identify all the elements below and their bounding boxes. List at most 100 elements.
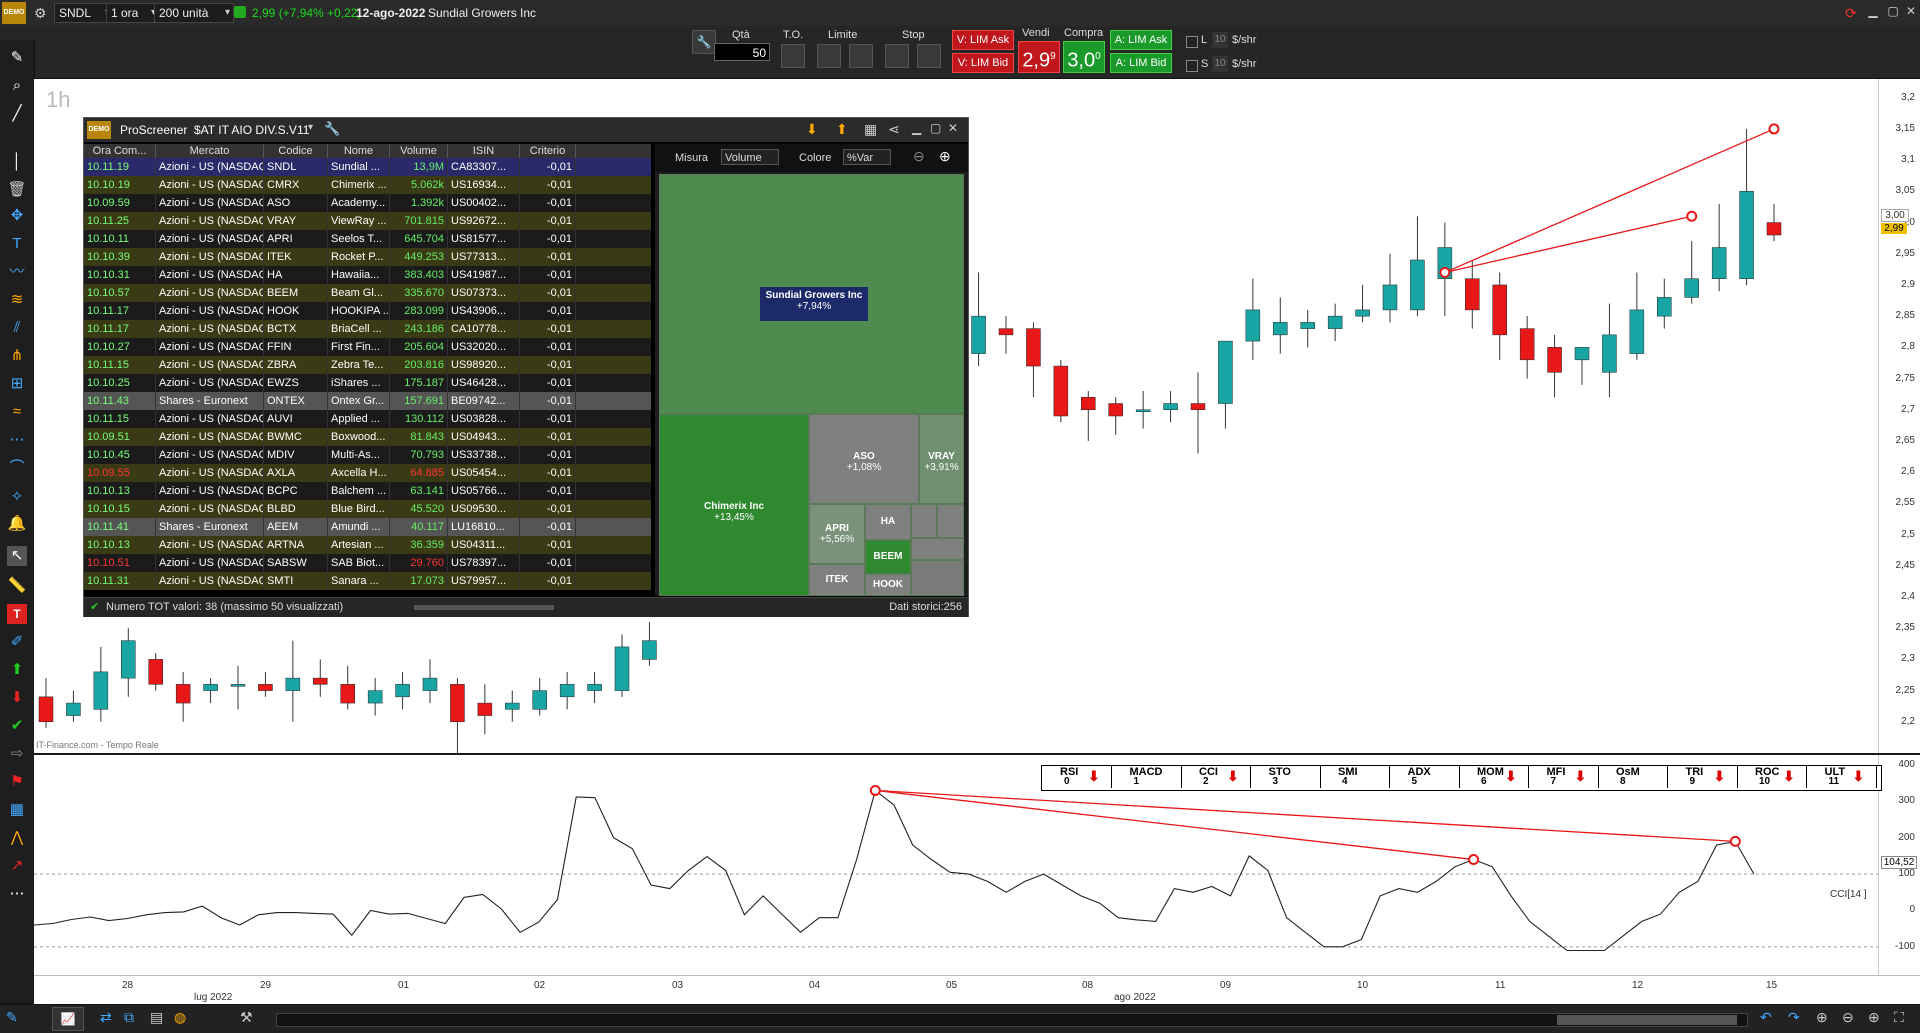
settings-icon[interactable]: ⚙ (34, 5, 50, 21)
tools-icon[interactable]: ⚒ (240, 1009, 253, 1026)
table-row[interactable]: 10.11.15 Azioni - US (NASDAQ AUVI Applied .… (84, 410, 651, 428)
undo-icon[interactable]: ↶ (1760, 1009, 1772, 1026)
horizontal-scrollbar[interactable] (276, 1013, 1748, 1027)
table-row[interactable]: 10.10.11 Azioni - US (NASDAQ APRI Seelos T.… (84, 230, 651, 248)
treemap-tile-aso[interactable]: ASO +1,08% (809, 414, 919, 504)
zoom-fit-icon[interactable]: ⊕ (1816, 1009, 1828, 1026)
check-icon[interactable]: ✔ (7, 716, 27, 736)
share-screener-icon[interactable]: ⋖ (888, 121, 900, 138)
treemap-tile-hook[interactable]: HOOK (865, 574, 911, 596)
table-row[interactable]: 10.11.15 Azioni - US (NASDAQ ZBRA Zebra Te.… (84, 356, 651, 374)
treemap-tile-small-4[interactable] (911, 560, 964, 596)
cursor-icon[interactable]: ↖ (7, 546, 27, 566)
ruler-icon[interactable]: 📏 (7, 576, 27, 596)
limite-buy-button[interactable] (817, 44, 841, 68)
indicator-tab-smi[interactable]: SMI 4 (1320, 766, 1390, 788)
treemap-zoom-out-icon[interactable]: ⊖ (913, 148, 925, 165)
text-icon[interactable]: T (7, 234, 27, 254)
l-checkbox[interactable] (1186, 36, 1198, 48)
indicator-tab-tri[interactable]: TRI 9 ⬇ (1668, 766, 1738, 788)
screener-settings-icon[interactable]: 🔧 (324, 121, 340, 137)
indicator-tab-rsi[interactable]: RSI 0 ⬇ (1042, 766, 1112, 788)
table-row[interactable]: 10.11.43 Shares - Euronext ONTEX Ontex Gr..… (84, 392, 651, 410)
treemap-tile-small-1[interactable] (911, 504, 937, 538)
column-header[interactable]: Criterio (520, 144, 576, 158)
line-icon[interactable]: ╱ (7, 104, 27, 124)
cycle-icon[interactable]: ⋯ (7, 430, 27, 450)
maximize-icon[interactable]: ▢ (1886, 4, 1900, 22)
table-row[interactable]: 10.10.25 Azioni - US (NASDAQ EWZS iShares .… (84, 374, 651, 392)
table-row[interactable]: 10.09.55 Azioni - US (NASDAQ AXLA Axcella H… (84, 464, 651, 482)
table-row[interactable]: 10.11.31 Azioni - US (NASDAQ SMTI Sanara ..… (84, 572, 651, 590)
more-icon[interactable]: ⋯ (7, 884, 27, 904)
table-row[interactable]: 10.10.19 Azioni - US (NASDAQ CMRX Chimerix … (84, 176, 651, 194)
treemap-tile-apri[interactable]: APRI +5,56% (809, 504, 865, 564)
fullscreen-icon[interactable]: ⛶ (1894, 1009, 1904, 1026)
column-header[interactable]: Volume (390, 144, 448, 158)
treemap-zoom-in-icon[interactable]: ⊕ (939, 148, 951, 165)
buy-price-button[interactable]: 3,00 (1063, 41, 1105, 73)
pattern-icon[interactable]: ⟡ (7, 486, 27, 506)
l-input[interactable]: 10 (1212, 32, 1228, 48)
arrow-right-icon[interactable]: ⇨ (7, 744, 27, 764)
treemap-tile-cmrx[interactable]: Chimerix Inc +13,45% (659, 414, 809, 596)
treemap-tile-sndl[interactable]: Sundial Growers Inc +7,94% (659, 174, 964, 414)
table-row[interactable]: 10.10.39 Azioni - US (NASDAQ ITEK Rocket P.… (84, 248, 651, 266)
buy-lim-ask-button[interactable]: A: LIM Ask (1110, 30, 1172, 50)
column-header[interactable]: Codice (264, 144, 328, 158)
stop-buy-button[interactable] (885, 44, 909, 68)
arc-icon[interactable]: ⌒ (7, 458, 27, 478)
indicator-tab-roc[interactable]: ROC 10 ⬇ (1737, 766, 1807, 788)
vertical-line-icon[interactable]: │ (7, 152, 27, 172)
pen-tool-icon[interactable]: ✎ (6, 1009, 18, 1026)
indicator-tab-adx[interactable]: ADX 5 (1390, 766, 1460, 788)
treemap-tile-itek[interactable]: ITEK (809, 564, 865, 596)
fan-icon[interactable]: ⋔ (7, 346, 27, 366)
sell-lim-ask-button[interactable]: V: LIM Ask (952, 30, 1014, 50)
proscreener-window[interactable]: DEMO ProScreener $AT IT AIO DIV.S.V11 ▾ … (83, 117, 969, 617)
list-dropdown-arrow[interactable]: ▾ (308, 122, 313, 133)
table-row[interactable]: 10.09.59 Azioni - US (NASDAQ ASO Academy...… (84, 194, 651, 212)
column-header[interactable]: ISIN (448, 144, 520, 158)
arrow-down-icon[interactable]: ⬇ (7, 688, 27, 708)
indicator-tab-osm[interactable]: OsM 8 (1598, 766, 1668, 788)
sort-up-icon[interactable]: ⬆ (836, 121, 848, 138)
indicator-axis[interactable]: 400 300 200 100 0 -100 104,52 (1878, 755, 1920, 975)
table-row[interactable]: 10.10.51 Azioni - US (NASDAQ SABSW SAB Biot… (84, 554, 651, 572)
screener-maximize-icon[interactable]: ▢ (930, 121, 941, 135)
indicator-tab-mom[interactable]: MOM 6 ⬇ (1459, 766, 1529, 788)
table-row[interactable]: 10.10.57 Azioni - US (NASDAQ BEEM Beam Gl..… (84, 284, 651, 302)
flag-icon[interactable]: ⚑ (7, 772, 27, 792)
arrow-up-icon[interactable]: ⬆ (7, 660, 27, 680)
screener-list-dropdown[interactable]: $AT IT AIO DIV.S.V11 (194, 121, 316, 139)
indicator-tab-macd[interactable]: MACD 1 (1112, 766, 1182, 788)
t-red-icon[interactable]: T (7, 604, 27, 624)
table-row[interactable]: 10.09.51 Azioni - US (NASDAQ BWMC Boxwood..… (84, 428, 651, 446)
limite-sell-button[interactable] (849, 44, 873, 68)
channel-icon[interactable]: ⫽ (7, 318, 27, 338)
indicator-tab-sto[interactable]: STO 3 (1251, 766, 1321, 788)
trash-icon[interactable]: 🗑 (7, 180, 27, 200)
redo-icon[interactable]: ↷ (1788, 1009, 1800, 1026)
palette-icon[interactable]: ◍ (174, 1009, 186, 1026)
refresh-icon[interactable]: ⟳ (1842, 4, 1860, 22)
qty-input[interactable]: 50 (714, 43, 770, 61)
wrench-icon[interactable]: 🔧 (692, 30, 716, 54)
sell-lim-bid-button[interactable]: V: LIM Bid (952, 53, 1014, 73)
elliott-icon[interactable]: ⋀ (7, 828, 27, 848)
table-row[interactable]: 10.11.19 Azioni - US (NASDAQ SNDL Sundial .… (84, 158, 651, 176)
zoom-out-icon[interactable]: ⊖ (1842, 1009, 1854, 1026)
move-icon[interactable]: ✥ (7, 206, 27, 226)
table-row[interactable]: 10.11.41 Shares - Euronext AEEM Amundi ... 4… (84, 518, 651, 536)
chart-type-icon[interactable]: 📈 (52, 1007, 84, 1031)
measure-dropdown[interactable]: Volume (721, 149, 779, 165)
treemap-tile-vray[interactable]: VRAY +3,91% (919, 414, 964, 504)
buy-lim-bid-button[interactable]: A: LIM Bid (1110, 53, 1172, 73)
table-row[interactable]: 10.10.27 Azioni - US (NASDAQ FFIN First Fin… (84, 338, 651, 356)
scrollbar-thumb[interactable] (1557, 1015, 1737, 1025)
treemap-tile-beem[interactable]: BEEM (865, 540, 911, 574)
wave-icon[interactable]: ≈ (7, 402, 27, 422)
red-arrow-icon[interactable]: ↗ (7, 856, 27, 876)
units-dropdown[interactable]: 200 unità (154, 3, 234, 23)
table-row[interactable]: 10.11.25 Azioni - US (NASDAQ VRAY ViewRay .… (84, 212, 651, 230)
